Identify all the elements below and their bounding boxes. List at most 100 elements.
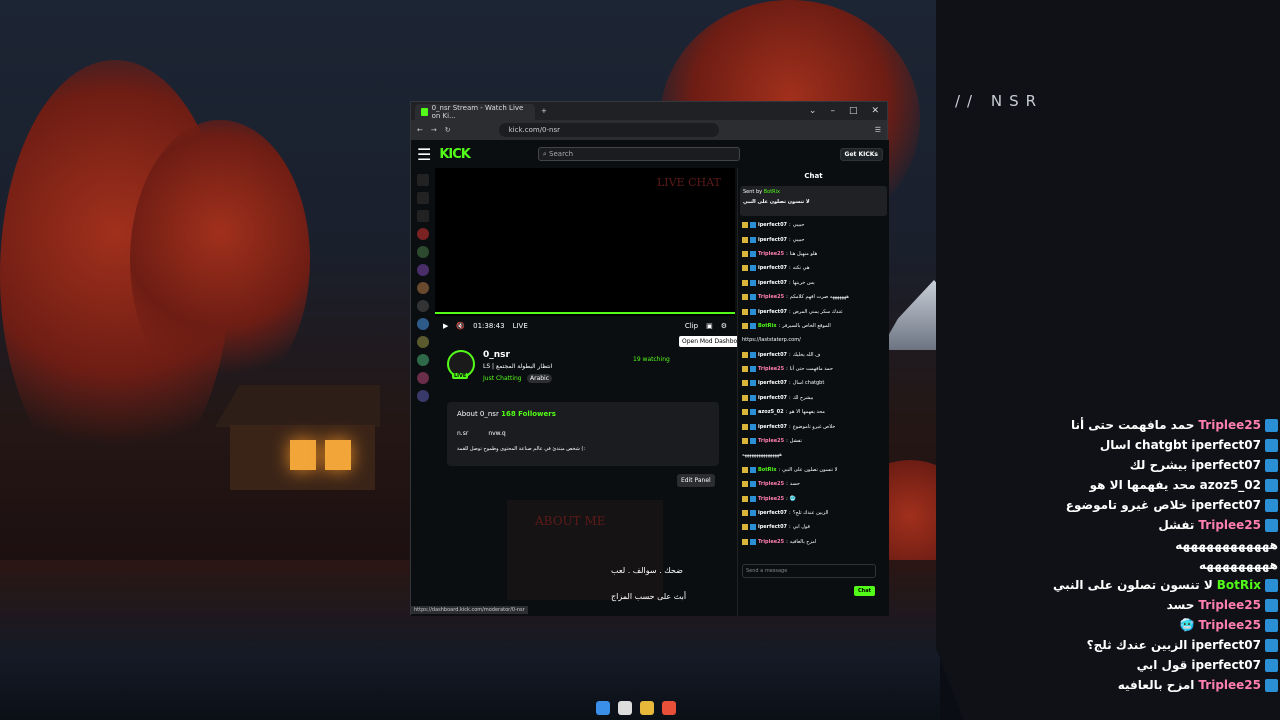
- chat-input[interactable]: Send a message: [742, 564, 876, 578]
- search-input[interactable]: ⌕ Search: [537, 147, 740, 161]
- chat-message[interactable]: iperfect07: اسال chatgbt: [738, 376, 889, 390]
- chat-username[interactable]: iperfect07: [758, 380, 787, 386]
- video-player[interactable]: LIVE CHAT: [435, 168, 735, 316]
- chat-colon: :: [786, 538, 788, 545]
- sidebar-avatar[interactable]: [417, 372, 429, 384]
- folder-icon[interactable]: [640, 701, 654, 715]
- chat-message[interactable]: iperfect07: بيشرح لك: [738, 391, 889, 405]
- chat-username[interactable]: iperfect07: [758, 309, 787, 315]
- sidebar-avatar[interactable]: [417, 282, 429, 294]
- chat-username[interactable]: Triplee25: [758, 294, 784, 300]
- tiktok-link[interactable]: nvw.q: [488, 430, 505, 437]
- reload-icon[interactable]: ↻: [445, 126, 451, 134]
- chat-message[interactable]: BotRix: الموقع الخاص بالسيرفر: [738, 319, 889, 333]
- chat-message[interactable]: Triplee25: امزح بالعافيه: [738, 535, 889, 549]
- brave-icon[interactable]: [662, 701, 676, 715]
- kick-page: ☰ KICK ⌕ Search Get KICKs LIVE CHAT ▶ 🔇 …: [411, 140, 889, 616]
- chat-message[interactable]: ههههههههههههههههه: [738, 448, 889, 462]
- about-section: About 0_nsr 168 Followers n.sr nvw.q شخص…: [447, 402, 719, 466]
- browse-icon[interactable]: [417, 192, 429, 204]
- menu-icon[interactable]: ☰: [875, 126, 881, 134]
- sidebar-avatar[interactable]: [417, 264, 429, 276]
- chat-colon: :: [786, 366, 788, 373]
- sidebar-avatar[interactable]: [417, 318, 429, 330]
- browser-tab[interactable]: 0_nsr Stream - Watch Live on Ki...: [415, 104, 535, 120]
- hamburger-icon[interactable]: ☰: [417, 145, 431, 164]
- sidebar-avatar[interactable]: [417, 228, 429, 240]
- edit-panel-button[interactable]: Edit Panel: [677, 474, 715, 487]
- chat-username[interactable]: Triplee25: [758, 539, 784, 545]
- chat-username[interactable]: iperfect07: [758, 424, 787, 430]
- url-field[interactable]: kick.com/0-nsr: [498, 123, 719, 137]
- new-tab-icon[interactable]: +: [541, 107, 547, 115]
- chat-message[interactable]: iperfect07: قول ابي: [738, 520, 889, 534]
- overlay-chat-message: ههههههههههههه: [1175, 538, 1278, 552]
- chat-username[interactable]: iperfect07: [758, 265, 787, 271]
- chat-message[interactable]: Triplee25: هههههههه صرت افهم كلامكم: [738, 290, 889, 304]
- chat-username[interactable]: iperfect07: [758, 280, 787, 286]
- language-tag[interactable]: Arabic: [527, 374, 553, 383]
- chat-message[interactable]: Triplee25: حسد: [738, 477, 889, 491]
- pinned-message[interactable]: Sent by BotRix لا تنسون تصلون على النبي: [740, 186, 887, 216]
- chat-username[interactable]: BotRix: [758, 467, 776, 473]
- overlay-chat-message: امزح بالعافيه: [1117, 678, 1195, 692]
- mute-icon[interactable]: 🔇: [456, 322, 465, 330]
- chat-username[interactable]: Triplee25: [758, 496, 784, 502]
- chat-username[interactable]: iperfect07: [758, 222, 787, 228]
- chat-message[interactable]: iperfect07: عندك سكر يمني المرض: [738, 304, 889, 318]
- chat-username[interactable]: iperfect07: [758, 237, 787, 243]
- forward-icon[interactable]: →: [431, 126, 437, 134]
- chat-message[interactable]: Triplee25: تفشل: [738, 434, 889, 448]
- chat-username[interactable]: BotRix: [758, 323, 776, 329]
- chat-send-button[interactable]: Chat: [854, 586, 875, 596]
- play-icon[interactable]: ▶: [443, 322, 448, 330]
- chat-message[interactable]: iperfect07: خلاص غيرو تاموضوع: [738, 419, 889, 433]
- back-icon[interactable]: ←: [417, 126, 423, 134]
- chat-message[interactable]: Triplee25: 🥶: [738, 491, 889, 505]
- sidebar-avatar[interactable]: [417, 390, 429, 402]
- start-icon[interactable]: [596, 701, 610, 715]
- clip-button[interactable]: Clip: [685, 322, 698, 330]
- chat-username[interactable]: Triplee25: [758, 251, 784, 257]
- store-icon[interactable]: [618, 701, 632, 715]
- category-link[interactable]: Just Chatting: [483, 375, 522, 382]
- close-icon[interactable]: ✕: [871, 106, 879, 116]
- chat-message[interactable]: azoz5_02: محد يفهمها الا هو: [738, 405, 889, 419]
- chat-message[interactable]: https://laststaterp.com/: [738, 333, 889, 347]
- following-icon[interactable]: [417, 210, 429, 222]
- chevron-down-icon[interactable]: ⌄: [809, 106, 817, 116]
- chat-username[interactable]: Triplee25: [758, 438, 784, 444]
- overlay-chat-message: حمد مافهمت حتى أنا: [1070, 418, 1195, 432]
- get-kicks-button[interactable]: Get KICKs: [839, 147, 883, 161]
- chat-message[interactable]: BotRix: لا تنسون تصلون على النبي: [738, 463, 889, 477]
- chat-message[interactable]: Triplee25: هلو منهيل هنا: [738, 247, 889, 261]
- chat-username[interactable]: iperfect07: [758, 395, 787, 401]
- chat-message[interactable]: iperfect07: حبيبي: [738, 218, 889, 232]
- home-icon[interactable]: [417, 174, 429, 186]
- sidebar-avatar[interactable]: [417, 354, 429, 366]
- chat-message[interactable]: iperfect07: ف الله يخليك: [738, 348, 889, 362]
- chat-message[interactable]: iperfect07: بس خربتها: [738, 276, 889, 290]
- chat-message[interactable]: iperfect07: الزبين عندك ثلج؟: [738, 506, 889, 520]
- discord-link[interactable]: n.sr: [457, 430, 468, 437]
- sidebar-avatar[interactable]: [417, 336, 429, 348]
- chat-username[interactable]: iperfect07: [758, 352, 787, 358]
- chat-username[interactable]: Triplee25: [758, 366, 784, 372]
- sidebar-avatar[interactable]: [417, 246, 429, 258]
- chat-username[interactable]: Triplee25: [758, 481, 784, 487]
- sidebar-avatar[interactable]: [417, 300, 429, 312]
- maximize-icon[interactable]: □: [849, 106, 858, 116]
- minimize-icon[interactable]: –: [830, 106, 835, 116]
- kick-logo[interactable]: KICK: [439, 147, 471, 162]
- chat-message[interactable]: iperfect07: هي نكته: [738, 261, 889, 275]
- chat-username[interactable]: iperfect07: [758, 524, 787, 530]
- chat-username[interactable]: azoz5_02: [758, 409, 784, 415]
- chat-username[interactable]: iperfect07: [758, 510, 787, 516]
- settings-icon[interactable]: ⚙: [721, 322, 727, 330]
- badge-icon: [1265, 678, 1278, 692]
- mod-dashboard-icon[interactable]: ▣: [706, 322, 713, 330]
- chat-message[interactable]: Triplee25: حمد مافهمت حتى أنا: [738, 362, 889, 376]
- video-progress-bar[interactable]: [435, 312, 735, 314]
- channel-name[interactable]: 0_nsr: [483, 350, 510, 360]
- chat-message[interactable]: iperfect07: حبيبي: [738, 232, 889, 246]
